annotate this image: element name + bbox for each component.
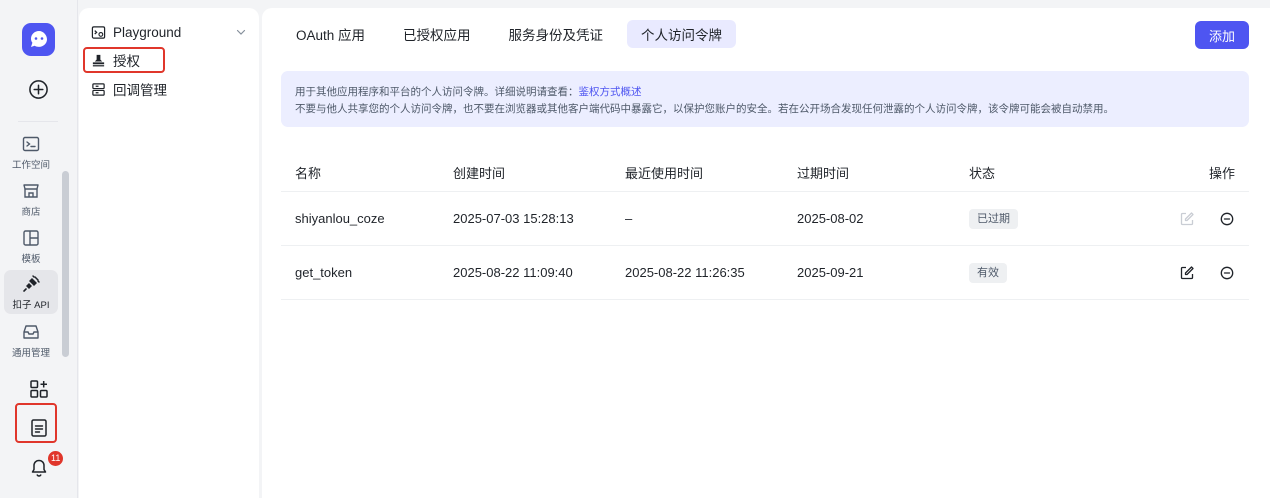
status-cell: 已过期 <box>969 208 1129 229</box>
left-rail: 工作空间 商店 模板 扣子 API 通用管理 11 <box>0 0 78 498</box>
actions-cell <box>1129 265 1249 281</box>
highlight-box-docs <box>15 403 57 443</box>
rail-item-template[interactable]: 模板 <box>4 224 58 268</box>
edit-icon[interactable] <box>1179 211 1195 227</box>
rail-item-general-settings[interactable]: 通用管理 <box>4 318 58 362</box>
subnav-item-callback[interactable]: 回调管理 <box>91 78 167 100</box>
chevron-down-icon[interactable] <box>235 26 247 38</box>
tab-service-identity[interactable]: 服务身份及凭证 <box>495 20 618 48</box>
created-time: 2025-08-22 11:09:40 <box>453 265 573 280</box>
rail-item-coze-api[interactable]: 扣子 API <box>4 270 58 314</box>
disable-icon[interactable] <box>1219 265 1235 281</box>
header-expires: 过期时间 <box>797 166 850 181</box>
expire-time: 2025-09-21 <box>797 265 864 280</box>
rail-divider <box>18 121 58 122</box>
plug-icon <box>23 274 40 292</box>
rail-item-label: 工作空间 <box>11 159 50 171</box>
edit-icon[interactable] <box>1179 265 1195 281</box>
subnav-item-label: Playground <box>113 24 182 40</box>
rail-item-label: 商店 <box>21 206 41 218</box>
coze-logo[interactable] <box>22 23 55 56</box>
rail-scrollbar[interactable] <box>62 171 69 357</box>
actions-cell <box>1129 211 1249 227</box>
token-name: get_token <box>295 265 353 280</box>
main-panel: OAuth 应用 已授权应用 服务身份及凭证 个人访问令牌 添加 用于其他应用程… <box>262 8 1270 498</box>
table-header: 名称 创建时间 最近使用时间 过期时间 状态 操作 <box>281 154 1249 192</box>
header-actions: 操作 <box>1208 166 1235 181</box>
rail-item-store[interactable]: 商店 <box>4 177 58 221</box>
notice-line-1: 用于其他应用程序和平台的个人访问令牌。详细说明请查看：鉴权方式概述 <box>295 84 1235 101</box>
header-status: 状态 <box>969 166 996 181</box>
add-token-button[interactable]: 添加 <box>1195 21 1249 49</box>
rail-item-label: 扣子 API <box>12 299 50 311</box>
info-notice: 用于其他应用程序和平台的个人访问令牌。详细说明请查看：鉴权方式概述 不要与他人共… <box>281 71 1249 127</box>
expire-time: 2025-08-02 <box>797 211 864 226</box>
status-badge: 有效 <box>969 262 1007 283</box>
rail-item-label: 通用管理 <box>11 347 50 359</box>
api-subnav: Playground 授权 回调管理 <box>79 8 259 498</box>
tab-oauth-apps[interactable]: OAuth 应用 <box>282 20 379 48</box>
terminal-icon <box>22 136 40 151</box>
highlight-box-auth <box>83 47 165 73</box>
created-time: 2025-07-03 15:28:13 <box>453 211 574 226</box>
bell-icon[interactable] <box>28 457 50 479</box>
status-badge: 已过期 <box>969 208 1018 229</box>
inbox-icon <box>23 324 39 339</box>
header-created: 创建时间 <box>453 166 506 181</box>
rail-item-workspace[interactable]: 工作空间 <box>4 130 58 174</box>
status-cell: 有效 <box>969 262 1129 283</box>
token-table: 名称 创建时间 最近使用时间 过期时间 状态 操作 shiyanlou_coze… <box>281 154 1249 300</box>
coze-logo-icon <box>30 30 47 47</box>
apps-grid-icon[interactable] <box>28 378 50 400</box>
playground-icon <box>91 25 106 39</box>
notice-text: 用于其他应用程序和平台的个人访问令牌。详细说明请查看： <box>295 86 579 98</box>
rail-item-label: 模板 <box>21 253 41 265</box>
store-icon <box>23 183 39 198</box>
token-name: shiyanlou_coze <box>295 211 385 226</box>
notice-line-2: 不要与他人共享您的个人访问令牌，也不要在浏览器或其他客户端代码中暴露它，以保护您… <box>295 103 1114 115</box>
subnav-item-playground[interactable]: Playground <box>91 21 251 43</box>
app: 工作空间 商店 模板 扣子 API 通用管理 11 Playground 授权 … <box>0 0 1270 498</box>
last-used-time: 2025-08-22 11:26:35 <box>625 265 745 280</box>
template-icon <box>23 229 39 246</box>
notification-badge: 11 <box>48 451 64 466</box>
auth-docs-link[interactable]: 鉴权方式概述 <box>579 86 642 98</box>
tab-personal-access-token[interactable]: 个人访问令牌 <box>627 20 737 48</box>
tab-authorized-apps[interactable]: 已授权应用 <box>389 20 485 48</box>
table-row: get_token 2025-08-22 11:09:40 2025-08-22… <box>281 246 1249 300</box>
tab-bar: OAuth 应用 已授权应用 服务身份及凭证 个人访问令牌 <box>282 20 737 48</box>
header-name: 名称 <box>295 166 322 181</box>
subnav-item-label: 回调管理 <box>113 83 167 98</box>
header-last-used: 最近使用时间 <box>625 166 704 181</box>
disable-icon[interactable] <box>1219 211 1235 227</box>
table-row: shiyanlou_coze 2025-07-03 15:28:13 – 202… <box>281 192 1249 246</box>
create-plus-icon[interactable] <box>28 79 49 100</box>
callback-icon <box>92 82 105 96</box>
last-used-time: – <box>625 211 633 226</box>
